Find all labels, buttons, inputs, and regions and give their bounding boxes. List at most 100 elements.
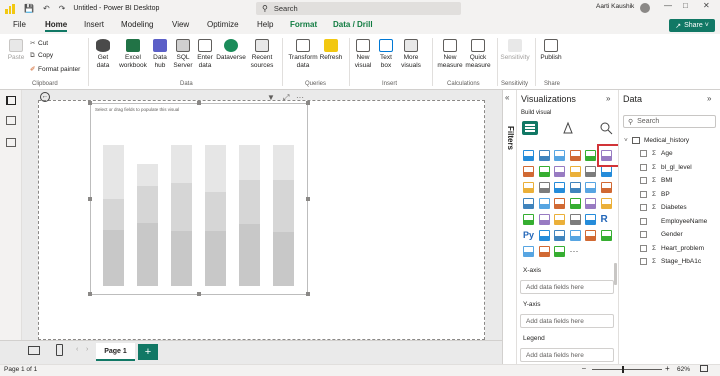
pie-chart-icon[interactable] [569, 182, 581, 193]
line-and-clustered-column-chart-icon[interactable] [585, 166, 596, 177]
publish-button[interactable]: Publish [539, 39, 563, 62]
y-axis-field-well[interactable]: Add data fields here [520, 314, 614, 328]
zoom-out-icon[interactable]: – [582, 365, 586, 372]
sensitivity-button[interactable]: Sensitivity [500, 39, 530, 62]
tab-help[interactable]: Help [257, 20, 273, 29]
more-options-icon[interactable]: ··· [296, 93, 304, 102]
back-arrow-icon[interactable]: ← [40, 92, 50, 102]
field-checkbox[interactable] [640, 258, 647, 265]
undo-icon[interactable]: ↶ [43, 4, 50, 13]
transform-data-button[interactable]: Transform data [287, 39, 319, 69]
metrics-icon[interactable] [554, 246, 565, 257]
funnel-chart-icon[interactable] [538, 182, 550, 193]
field-checkbox[interactable] [640, 177, 647, 184]
tab-data-drill[interactable]: Data / Drill [333, 20, 373, 29]
line-and-stacked-column-chart-icon[interactable] [569, 166, 581, 177]
field-age[interactable]: Σ Age [640, 150, 673, 157]
scroll-right-icon[interactable]: › [86, 346, 88, 353]
smart-narrative-icon[interactable] [585, 230, 596, 241]
resize-handle[interactable] [306, 292, 310, 296]
slicer-icon[interactable] [554, 214, 565, 225]
collapse-chevron-icon[interactable]: « [505, 93, 509, 102]
legend-field-well[interactable]: Add data fields here [520, 348, 614, 362]
scatter-chart-icon[interactable] [554, 182, 565, 193]
redo-icon[interactable]: ↷ [59, 4, 66, 13]
field-stage-hba1c[interactable]: Σ Stage_HbA1c [640, 258, 701, 265]
field-checkbox[interactable] [640, 244, 647, 252]
paginated-report-icon[interactable] [600, 230, 612, 241]
zoom-slider-knob[interactable] [622, 366, 624, 373]
maximize-icon[interactable]: □ [683, 1, 688, 10]
new-visual-button[interactable]: New visual [353, 39, 373, 69]
field-bmi[interactable]: Σ BMI [640, 177, 673, 184]
field-bp[interactable]: Σ BP [640, 190, 670, 198]
filter-icon[interactable]: ▼ [267, 93, 275, 102]
field-bl-gl-level[interactable]: Σbl_gl_level [640, 163, 692, 171]
r-script-visual-icon[interactable]: R [601, 214, 612, 225]
field-employeename[interactable]: EmployeeName [640, 217, 707, 225]
data-hub-button[interactable]: Data hub [150, 39, 170, 69]
report-view-icon[interactable] [6, 96, 16, 105]
stacked-area-chart-icon[interactable] [554, 166, 565, 177]
resize-handle[interactable] [88, 101, 92, 105]
x-axis-field-well[interactable]: Add data fields here [520, 280, 614, 294]
more-visuals-button[interactable]: More visuals [398, 39, 424, 69]
new-measure-button[interactable]: New measure [436, 39, 464, 69]
azure-map-icon[interactable] [569, 198, 581, 209]
minimize-icon[interactable]: — [664, 1, 672, 10]
tab-format[interactable]: Format [290, 20, 317, 29]
resize-handle[interactable] [88, 292, 92, 296]
donut-chart-icon[interactable] [585, 182, 596, 193]
ribbon-chart-icon[interactable] [600, 166, 612, 177]
desktop-layout-icon[interactable] [28, 346, 40, 355]
shape-map-icon[interactable] [554, 198, 565, 209]
close-icon[interactable]: ✕ [703, 1, 710, 10]
gauge-icon[interactable] [585, 198, 596, 209]
stacked-bar-chart-icon[interactable] [523, 150, 534, 161]
treemap-icon[interactable] [600, 182, 612, 193]
zoom-in-icon[interactable]: + [665, 364, 670, 373]
sql-server-button[interactable]: SQL Server [172, 39, 194, 69]
text-box-button[interactable]: Text box [377, 39, 395, 69]
power-apps-icon[interactable] [523, 246, 534, 257]
copy-button[interactable]: ⧉ Copy [30, 52, 53, 60]
resize-handle[interactable] [306, 101, 310, 105]
dataverse-button[interactable]: Dataverse [216, 39, 246, 62]
filters-label[interactable]: Filters [506, 126, 515, 150]
table-view-icon[interactable] [6, 116, 16, 125]
map-icon[interactable] [523, 198, 534, 209]
user-name[interactable]: Aarti Kaushik [596, 3, 634, 10]
paste-button[interactable]: Paste [6, 39, 26, 62]
100-percent-stacked-bar-chart-icon[interactable] [585, 150, 596, 161]
enter-data-button[interactable]: Enter data [196, 39, 214, 69]
field-checkbox[interactable] [640, 231, 647, 238]
cut-button[interactable]: ✂ Cut [30, 39, 48, 47]
search-box[interactable]: ⚲ Search [256, 2, 461, 15]
field-checkbox[interactable] [640, 190, 647, 198]
key-influencers-icon[interactable] [538, 230, 550, 241]
tab-insert[interactable]: Insert [84, 20, 104, 29]
filled-map-icon[interactable] [538, 198, 550, 209]
stacked-column-chart-icon[interactable] [538, 150, 550, 161]
field-diabetes[interactable]: Σ Diabetes [640, 204, 687, 211]
collapse-chevron-icon[interactable]: » [707, 94, 711, 103]
format-painter-button[interactable]: ✐ Format painter [30, 65, 80, 73]
area-chart-icon[interactable] [538, 166, 550, 177]
tab-file[interactable]: File [13, 20, 26, 29]
table-icon[interactable] [569, 214, 581, 225]
resize-handle[interactable] [88, 197, 92, 201]
waterfall-chart-icon[interactable] [523, 182, 534, 193]
python-visual-icon[interactable]: Py [523, 230, 534, 241]
clustered-bar-chart-icon[interactable] [554, 150, 565, 161]
add-page-button[interactable]: + [138, 344, 158, 360]
tab-optimize[interactable]: Optimize [207, 20, 239, 29]
analytics-tab-icon[interactable] [598, 121, 614, 135]
model-view-icon[interactable] [6, 138, 16, 147]
field-checkbox[interactable] [640, 150, 647, 157]
field-checkbox[interactable] [640, 217, 647, 225]
data-search-input[interactable]: ⚲ Search [623, 115, 716, 128]
clustered-column-chart-icon[interactable] [569, 150, 581, 161]
tab-view[interactable]: View [172, 20, 189, 29]
collapse-chevron-icon[interactable]: » [606, 94, 610, 103]
page-tab-page-1[interactable]: Page 1 [96, 343, 135, 361]
